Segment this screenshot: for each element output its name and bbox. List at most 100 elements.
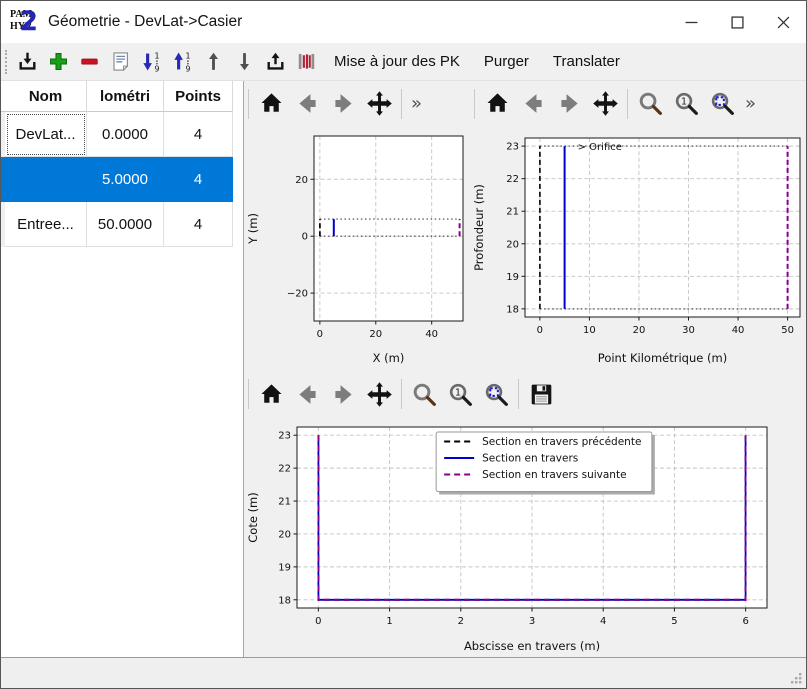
svg-text:10: 10 bbox=[583, 325, 596, 336]
svg-text:3: 3 bbox=[529, 616, 535, 627]
back-button[interactable] bbox=[289, 86, 325, 122]
move-up-icon bbox=[202, 50, 225, 73]
home-icon bbox=[258, 381, 285, 408]
cross-section-canvas[interactable]: 0123456181920212223Abscisse en travers (… bbox=[244, 419, 774, 657]
plan-toolbar: » bbox=[244, 81, 470, 126]
table-row[interactable]: 5.0000 4 bbox=[1, 157, 243, 202]
svg-text:4: 4 bbox=[600, 616, 606, 627]
plan-view-canvas[interactable]: 02040−20020X (m)Y (m) bbox=[244, 126, 470, 369]
move-down-button[interactable] bbox=[229, 47, 260, 77]
svg-text:40: 40 bbox=[425, 329, 438, 340]
sections-table: NomlométriPoints DevLat... 0.0000 4 5.00… bbox=[1, 81, 244, 657]
svg-text:Cote (m): Cote (m) bbox=[246, 492, 260, 542]
back-button[interactable] bbox=[515, 86, 551, 122]
status-bar bbox=[1, 657, 806, 688]
forward-button[interactable] bbox=[325, 86, 361, 122]
cell-nom[interactable]: Entree... bbox=[5, 202, 87, 247]
zoom-icon bbox=[411, 381, 438, 408]
svg-text:2: 2 bbox=[458, 616, 464, 627]
svg-text:Y (m): Y (m) bbox=[246, 213, 260, 245]
svg-text:40: 40 bbox=[732, 325, 745, 336]
zoom-1-button[interactable] bbox=[668, 86, 704, 122]
svg-text:Abscisse en travers (m): Abscisse en travers (m) bbox=[464, 639, 600, 653]
svg-text:5: 5 bbox=[671, 616, 677, 627]
svg-text:50: 50 bbox=[781, 325, 794, 336]
svg-text:0: 0 bbox=[315, 616, 321, 627]
toolbar-overflow-button[interactable]: » bbox=[406, 93, 427, 114]
zoom-1-button[interactable] bbox=[442, 376, 478, 412]
column-header[interactable]: Nom bbox=[5, 81, 87, 112]
zoom-button[interactable] bbox=[632, 86, 668, 122]
forward-button[interactable] bbox=[325, 376, 361, 412]
profile-toolbar: » bbox=[470, 81, 806, 126]
svg-text:22: 22 bbox=[278, 464, 291, 475]
svg-text:0: 0 bbox=[302, 232, 308, 243]
app-window: PAM HYR 2 Géometrie - DevLat->Casier bbox=[0, 0, 807, 689]
minimize-button[interactable] bbox=[668, 1, 714, 43]
svg-text:Profondeur (m): Profondeur (m) bbox=[472, 184, 486, 271]
back-button[interactable] bbox=[289, 376, 325, 412]
table-row[interactable]: Entree... 50.0000 4 bbox=[1, 202, 243, 247]
pan-icon bbox=[366, 90, 393, 117]
svg-text:22: 22 bbox=[506, 174, 519, 185]
zoom-fit-button[interactable] bbox=[704, 86, 740, 122]
table-row[interactable]: DevLat... 0.0000 4 bbox=[1, 112, 243, 157]
toolbar-overflow-button[interactable]: » bbox=[740, 93, 761, 114]
import-button[interactable] bbox=[12, 47, 43, 77]
toolbar-grip[interactable] bbox=[5, 50, 7, 74]
zoom-fit-icon bbox=[709, 90, 736, 117]
cell-pk[interactable]: 50.0000 bbox=[87, 202, 164, 247]
cell-pk[interactable]: 0.0000 bbox=[87, 112, 164, 157]
title-bar: PAM HYR 2 Géometrie - DevLat->Casier bbox=[1, 1, 806, 43]
svg-text:20: 20 bbox=[278, 529, 291, 540]
update-pk-button[interactable]: Mise à jour des PK bbox=[322, 47, 472, 77]
move-up-button[interactable] bbox=[198, 47, 229, 77]
purge-button[interactable]: Purger bbox=[472, 47, 541, 77]
resize-grip-icon[interactable] bbox=[789, 671, 803, 685]
cell-points[interactable]: 4 bbox=[164, 157, 233, 202]
svg-text:20: 20 bbox=[633, 325, 646, 336]
pan-button[interactable] bbox=[361, 376, 397, 412]
pan-button[interactable] bbox=[361, 86, 397, 122]
zoom-button[interactable] bbox=[406, 376, 442, 412]
sort-ascending-button[interactable] bbox=[167, 47, 198, 77]
home-button[interactable] bbox=[253, 376, 289, 412]
cell-nom[interactable] bbox=[5, 157, 87, 202]
home-icon bbox=[484, 90, 511, 117]
window-title: Géometrie - DevLat->Casier bbox=[48, 13, 242, 31]
svg-text:Section en travers précédente: Section en travers précédente bbox=[482, 436, 641, 448]
svg-text:Section en travers: Section en travers bbox=[482, 453, 578, 465]
pan-button[interactable] bbox=[587, 86, 623, 122]
zoom-fit-icon bbox=[483, 381, 510, 408]
zoom-fit-button[interactable] bbox=[478, 376, 514, 412]
profile-view-panel: » 01020304050181920212223Point Kilométri… bbox=[470, 81, 806, 369]
cell-points[interactable]: 4 bbox=[164, 112, 233, 157]
export-button[interactable] bbox=[260, 47, 291, 77]
home-button[interactable] bbox=[479, 86, 515, 122]
cell-nom[interactable]: DevLat... bbox=[5, 112, 87, 157]
cell-pk[interactable]: 5.0000 bbox=[87, 157, 164, 202]
column-header[interactable]: lométri bbox=[87, 81, 164, 112]
profile-view-canvas[interactable]: 01020304050181920212223Point Kilométriqu… bbox=[470, 126, 807, 369]
home-button[interactable] bbox=[253, 86, 289, 122]
weir-button[interactable] bbox=[291, 47, 322, 77]
save-button[interactable] bbox=[523, 376, 559, 412]
profile-view-chart[interactable]: 01020304050181920212223Point Kilométriqu… bbox=[470, 126, 806, 369]
forward-button[interactable] bbox=[551, 86, 587, 122]
svg-text:19: 19 bbox=[278, 562, 291, 573]
add-button[interactable] bbox=[43, 47, 74, 77]
translate-button[interactable]: Translater bbox=[541, 47, 632, 77]
maximize-button[interactable] bbox=[714, 1, 760, 43]
remove-button[interactable] bbox=[74, 47, 105, 77]
cross-section-chart[interactable]: 0123456181920212223Abscisse en travers (… bbox=[244, 419, 806, 657]
minimize-icon bbox=[685, 16, 698, 29]
close-button[interactable] bbox=[760, 1, 806, 43]
column-header[interactable]: Points bbox=[164, 81, 233, 112]
app-logo-icon: PAM HYR 2 bbox=[10, 9, 37, 35]
sort-descending-button[interactable] bbox=[136, 47, 167, 77]
cell-points[interactable]: 4 bbox=[164, 202, 233, 247]
plan-view-chart[interactable]: 02040−20020X (m)Y (m) bbox=[244, 126, 470, 369]
export-icon bbox=[264, 50, 287, 73]
edit-button[interactable] bbox=[105, 47, 136, 77]
cross-section-panel: 0123456181920212223Abscisse en travers (… bbox=[244, 369, 806, 659]
